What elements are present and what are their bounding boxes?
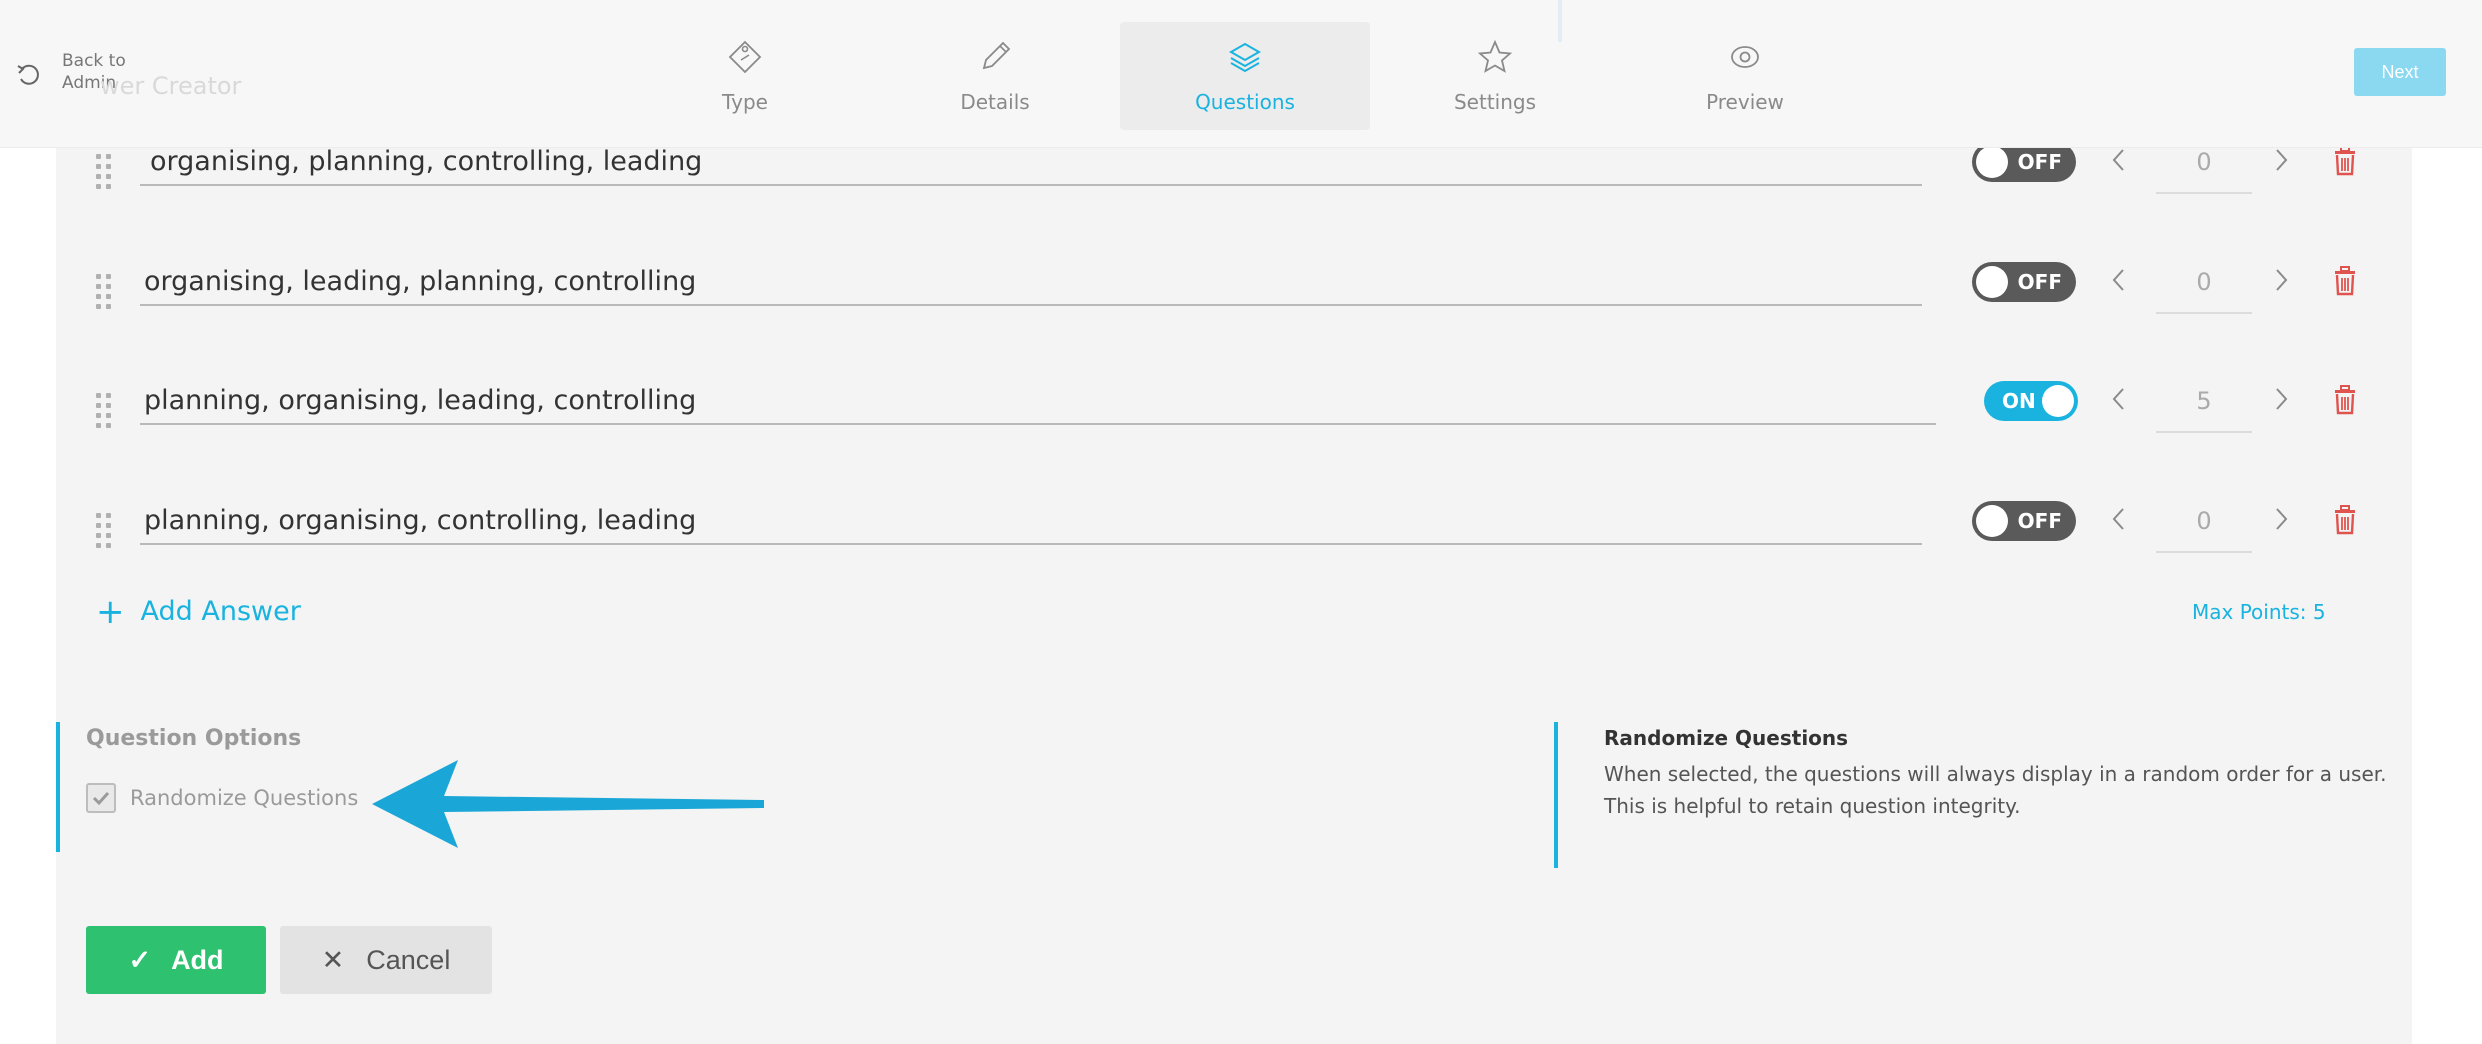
step-details[interactable]: Details	[870, 22, 1120, 130]
delete-answer-icon[interactable]	[2332, 146, 2358, 176]
increase-points-icon[interactable]	[2270, 379, 2294, 419]
drag-handle-icon[interactable]	[96, 274, 114, 309]
points-field[interactable]: 5	[2156, 379, 2252, 433]
add-button-label: Add	[171, 944, 224, 975]
drag-handle-icon[interactable]	[96, 513, 114, 548]
correct-toggle[interactable]: OFF	[1972, 142, 2076, 182]
checkbox-box[interactable]	[86, 783, 116, 813]
back-label-line1: Back to	[62, 51, 126, 71]
cancel-button[interactable]: ✕ Cancel	[280, 926, 492, 994]
increase-points-icon[interactable]	[2270, 499, 2294, 539]
toggle-knob	[2042, 385, 2074, 417]
tag-icon	[728, 40, 762, 74]
toggle-knob	[1976, 146, 2008, 178]
add-button[interactable]: ✓ Add	[86, 926, 266, 994]
toggle-label: OFF	[2017, 150, 2062, 174]
step-type[interactable]: Type	[620, 22, 870, 130]
correct-toggle[interactable]: OFF	[1972, 501, 2076, 541]
delete-answer-icon[interactable]	[2332, 505, 2358, 535]
step-label: Type	[722, 90, 768, 114]
toggle-label: ON	[2002, 389, 2036, 413]
check-icon: ✓	[128, 944, 152, 975]
top-navigation-bar: Back to Admin wer Creator Type Details Q…	[0, 0, 2482, 148]
points-field[interactable]: 0	[2156, 499, 2252, 553]
answer-row: organising, leading, planning, controlli…	[96, 260, 2376, 320]
increase-points-icon[interactable]	[2270, 260, 2294, 300]
add-answer-button[interactable]: + Add Answer	[96, 591, 301, 632]
page-title-faded: wer Creator	[100, 72, 242, 100]
answer-row: planning, organising, leading, controlli…	[96, 379, 2376, 439]
step-settings[interactable]: Settings	[1370, 22, 1620, 130]
toggle-knob	[1976, 505, 2008, 537]
delete-answer-icon[interactable]	[2332, 266, 2358, 296]
decrease-points-icon[interactable]	[2106, 260, 2130, 300]
step-label: Preview	[1706, 90, 1784, 114]
options-accent-bar	[56, 722, 60, 852]
drag-handle-icon[interactable]	[96, 393, 114, 428]
header-divider	[1558, 0, 1562, 42]
annotation-arrow-icon	[372, 760, 764, 848]
points-field[interactable]: 0	[2156, 260, 2252, 314]
checkmark-icon	[92, 791, 110, 806]
step-label: Details	[960, 90, 1030, 114]
answer-text-input[interactable]: planning, organising, leading, controlli…	[140, 379, 1936, 425]
step-questions[interactable]: Questions	[1120, 22, 1370, 130]
wizard-steps: Type Details Questions Settings Preview	[620, 22, 1870, 130]
correct-toggle[interactable]: OFF	[1972, 262, 2076, 302]
answer-row: planning, organising, controlling, leadi…	[96, 499, 2376, 559]
correct-toggle[interactable]: ON	[1984, 381, 2078, 421]
answer-text-input[interactable]: organising, leading, planning, controlli…	[140, 260, 1922, 306]
add-answer-label: Add Answer	[140, 596, 301, 627]
step-label: Questions	[1195, 90, 1295, 114]
layers-icon	[1228, 42, 1262, 73]
next-button[interactable]: Next	[2354, 48, 2446, 96]
toggle-knob	[1976, 266, 2008, 298]
points-field[interactable]: 0	[2156, 140, 2252, 194]
decrease-points-icon[interactable]	[2106, 379, 2130, 419]
step-label: Settings	[1453, 90, 1537, 114]
toggle-label: OFF	[2017, 270, 2062, 294]
info-title: Randomize Questions	[1604, 726, 1849, 750]
max-points-label: Max Points: 5	[2192, 600, 2326, 624]
delete-answer-icon[interactable]	[2332, 385, 2358, 415]
step-preview[interactable]: Preview	[1620, 22, 1870, 130]
info-accent-bar	[1554, 722, 1558, 868]
toggle-label: OFF	[2017, 509, 2062, 533]
cancel-button-label: Cancel	[366, 944, 451, 975]
randomize-checkbox-label: Randomize Questions	[130, 786, 359, 810]
info-description: When selected, the questions will always…	[1604, 762, 2387, 818]
undo-icon	[17, 64, 39, 85]
answer-row: organising, planning, controlling, leadi…	[96, 140, 2376, 200]
plus-icon: +	[96, 591, 125, 632]
close-icon: ✕	[321, 944, 345, 975]
pencil-icon	[982, 41, 1011, 70]
eye-icon	[1731, 46, 1759, 68]
randomize-questions-checkbox[interactable]: Randomize Questions	[86, 783, 358, 813]
decrease-points-icon[interactable]	[2106, 499, 2130, 539]
answer-text-input[interactable]: planning, organising, controlling, leadi…	[140, 499, 1922, 545]
question-options-title: Question Options	[86, 726, 302, 751]
drag-handle-icon[interactable]	[96, 154, 114, 189]
star-icon	[1477, 39, 1513, 73]
